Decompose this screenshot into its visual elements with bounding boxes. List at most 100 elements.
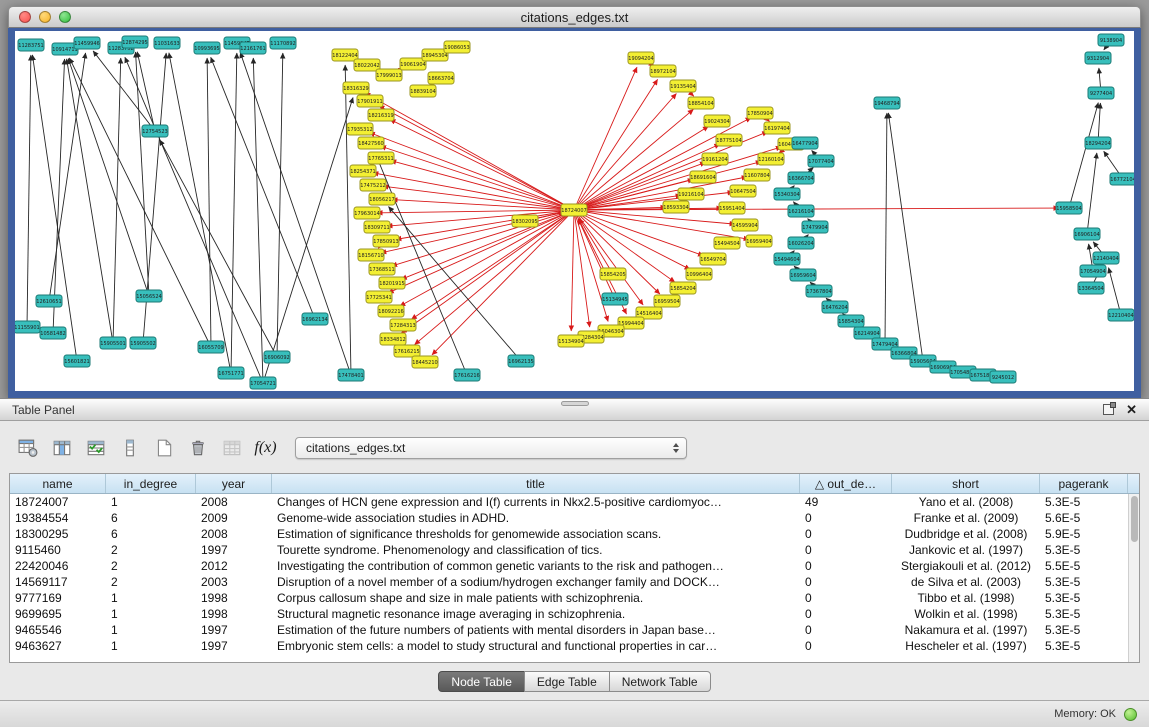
graph-node[interactable]: 16476204 — [822, 301, 848, 313]
graph-node[interactable]: 11031633 — [154, 37, 180, 49]
graph-node[interactable]: 16906104 — [1074, 228, 1100, 240]
scrollbar-thumb[interactable] — [1131, 496, 1138, 542]
graph-edge[interactable] — [69, 58, 211, 347]
graph-edge[interactable] — [383, 186, 574, 210]
graph-node[interactable]: 17284313 — [390, 319, 416, 331]
graph-node[interactable]: 17901911 — [357, 95, 383, 107]
graph-edge[interactable] — [415, 210, 574, 345]
graph-node[interactable]: 17475212 — [360, 179, 386, 191]
graph-node[interactable]: 18254371 — [350, 165, 376, 177]
graph-edge[interactable] — [53, 59, 65, 333]
graph-node[interactable]: 10996404 — [686, 268, 712, 280]
graph-node[interactable]: 16959404 — [746, 235, 772, 247]
graph-node[interactable]: 16906092 — [264, 351, 290, 363]
graph-node[interactable]: 16026204 — [788, 237, 814, 249]
graph-edge[interactable] — [574, 94, 676, 210]
graph-node[interactable]: 18216319 — [368, 109, 394, 121]
graph-node[interactable]: 17054721 — [250, 377, 276, 389]
table-row[interactable]: 946362711997Embryonic stem cells: a mode… — [10, 638, 1128, 654]
graph-node[interactable]: 10647504 — [730, 185, 756, 197]
column-header-2[interactable]: year — [196, 474, 272, 493]
graph-node[interactable]: 19086053 — [444, 41, 470, 53]
graph-node[interactable]: 18022042 — [354, 59, 380, 71]
graph-node[interactable]: 10581482 — [40, 327, 66, 339]
table-row[interactable]: 911546021997Tourette syndrome. Phenomeno… — [10, 542, 1128, 558]
table-mode-button[interactable] — [14, 435, 41, 462]
import-table-button[interactable] — [218, 435, 245, 462]
column-header-5[interactable]: short — [892, 474, 1040, 493]
graph-node[interactable]: 18775104 — [716, 134, 742, 146]
float-panel-icon[interactable] — [1103, 404, 1114, 415]
graph-node[interactable]: 18724007 — [561, 204, 587, 216]
column-header-0[interactable]: name — [10, 474, 106, 493]
graph-node[interactable]: 15905502 — [130, 337, 156, 349]
graph-node[interactable]: 11155901 — [15, 321, 40, 333]
column-header-3[interactable]: title — [272, 474, 800, 493]
graph-edge[interactable] — [369, 133, 574, 210]
graph-edge[interactable] — [27, 55, 31, 327]
window-titlebar[interactable]: citations_edges.txt — [8, 6, 1141, 28]
graph-node[interactable]: 17054904 — [1080, 265, 1106, 277]
graph-node[interactable]: 17999013 — [376, 69, 402, 81]
graph-node[interactable]: 16366704 — [788, 172, 814, 184]
graph-node[interactable]: 15134945 — [602, 293, 628, 305]
graph-node[interactable]: 16214904 — [854, 327, 880, 339]
graph-node[interactable]: 16216104 — [788, 205, 814, 217]
graph-node[interactable]: 18691604 — [690, 171, 716, 183]
graph-node[interactable]: 11607804 — [744, 169, 770, 181]
zoom-window-button[interactable] — [59, 11, 71, 23]
graph-node[interactable]: 9277404 — [1088, 87, 1114, 99]
graph-node[interactable]: 17765311 — [368, 152, 394, 164]
graph-node[interactable]: 17850904 — [747, 107, 773, 119]
graph-node[interactable]: 16772104 — [1110, 173, 1134, 185]
graph-node[interactable]: 16959504 — [654, 295, 680, 307]
graph-node[interactable]: 15134904 — [558, 335, 584, 347]
graph-node[interactable]: 18663704 — [428, 72, 454, 84]
close-window-button[interactable] — [19, 11, 31, 23]
graph-edge[interactable] — [125, 57, 263, 383]
graph-node[interactable]: 15958504 — [1056, 202, 1082, 214]
graph-edge[interactable] — [1087, 153, 1097, 234]
graph-node[interactable]: 16549704 — [700, 253, 726, 265]
close-panel-icon[interactable]: ✕ — [1126, 403, 1137, 416]
graph-node[interactable]: 15494604 — [774, 253, 800, 265]
graph-edge[interactable] — [277, 53, 283, 357]
graph-edge[interactable] — [231, 53, 237, 373]
graph-edge[interactable] — [401, 210, 574, 333]
graph-node[interactable]: 18445210 — [412, 356, 438, 368]
graph-node[interactable]: 18201915 — [379, 277, 405, 289]
trash-button[interactable] — [184, 435, 211, 462]
table-row[interactable]: 1456911722003Disruption of a novel membe… — [10, 574, 1128, 590]
graph-node[interactable]: 12161761 — [240, 42, 266, 54]
graph-node[interactable]: 15951404 — [719, 202, 745, 214]
function-builder-button[interactable]: f(x) — [252, 435, 279, 462]
tab-edge-table[interactable]: Edge Table — [524, 671, 610, 692]
narrow-column-button[interactable] — [116, 435, 143, 462]
graph-node[interactable]: 17479904 — [802, 221, 828, 233]
panel-resize-grip[interactable] — [561, 401, 589, 406]
graph-node[interactable]: 19161204 — [702, 153, 728, 165]
table-row[interactable]: 946554611997Estimation of the future num… — [10, 622, 1128, 638]
tab-node-table[interactable]: Node Table — [438, 671, 525, 692]
graph-node[interactable]: 17368511 — [369, 263, 395, 275]
graph-node[interactable]: 16055709 — [198, 341, 224, 353]
graph-node[interactable]: 18156710 — [358, 249, 384, 261]
graph-node[interactable]: 19024304 — [704, 115, 730, 127]
graph-node[interactable]: 17616216 — [454, 369, 480, 381]
graph-node[interactable]: 15340304 — [774, 188, 800, 200]
graph-node[interactable]: 18316329 — [343, 82, 369, 94]
graph-node[interactable]: 17935312 — [347, 123, 373, 135]
graph-node[interactable]: 15905501 — [100, 337, 126, 349]
graph-node[interactable]: 18972104 — [650, 65, 676, 77]
graph-node[interactable]: 16959604 — [790, 269, 816, 281]
graph-node[interactable]: 11170892 — [270, 37, 296, 49]
minimize-window-button[interactable] — [39, 11, 51, 23]
graph-edge[interactable] — [67, 59, 113, 343]
graph-edge[interactable] — [390, 119, 574, 210]
graph-node[interactable]: 14595904 — [732, 219, 758, 231]
graph-node[interactable]: 10993695 — [194, 42, 220, 54]
graph-node[interactable]: 9245012 — [990, 371, 1016, 383]
graph-node[interactable]: 12140404 — [1093, 252, 1119, 264]
table-scrollbar[interactable] — [1128, 494, 1139, 662]
column-header-1[interactable]: in_degree — [106, 474, 196, 493]
